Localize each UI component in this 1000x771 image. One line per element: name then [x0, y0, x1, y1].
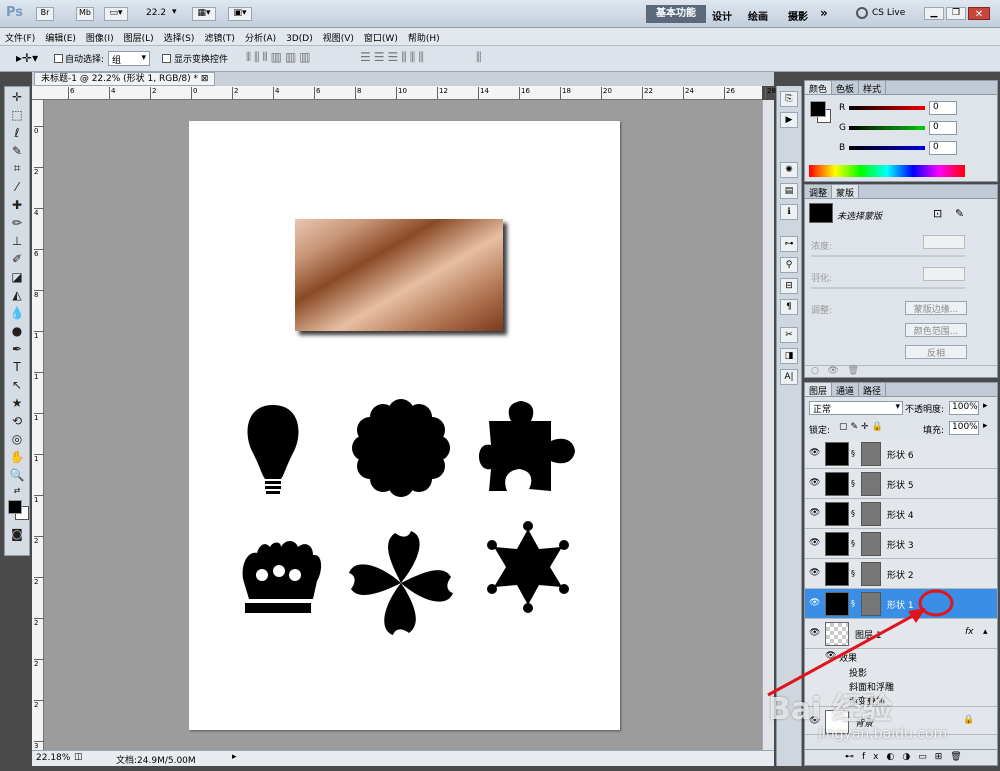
annotation-overlay: [767, 589, 954, 697]
watermark-url: jingyan.baidu.com: [818, 726, 948, 742]
annotation-arrow-line: [767, 611, 919, 697]
watermark-logo: Bai 经验: [768, 692, 892, 727]
annotation-circle: [918, 589, 954, 617]
